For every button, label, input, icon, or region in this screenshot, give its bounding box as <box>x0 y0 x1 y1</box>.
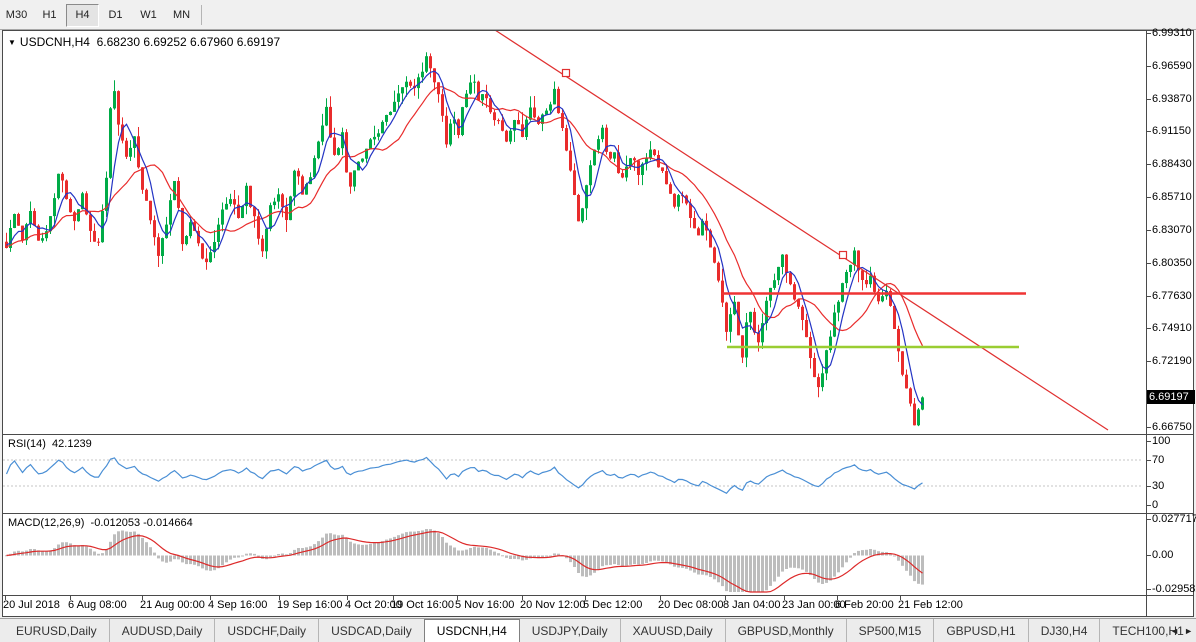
rsi-axis-label: 30 <box>1152 480 1164 492</box>
chart-title: ▼ USDCNH,H4 6.68230 6.69252 6.67960 6.691… <box>8 35 280 49</box>
chart-area: ▼ USDCNH,H4 6.68230 6.69252 6.67960 6.691… <box>2 30 1194 617</box>
time-axis-tick <box>457 596 458 600</box>
current-price-tag: 6.69197 <box>1147 390 1195 404</box>
time-axis-tick <box>522 596 523 600</box>
time-axis-label: 20 Dec 08:00 <box>658 599 723 611</box>
pane-separator[interactable] <box>3 513 1193 514</box>
tab-eurusd-daily[interactable]: EURUSD,Daily <box>4 619 109 642</box>
tab-usdchf-daily[interactable]: USDCHF,Daily <box>214 619 318 642</box>
time-axis-tick <box>784 596 785 600</box>
price-axis-label: 6.88430 <box>1152 158 1192 170</box>
price-axis-label: 6.83070 <box>1152 224 1192 236</box>
time-axis-label: 6 Aug 08:00 <box>68 599 127 611</box>
time-axis-label: 6 Feb 20:00 <box>835 599 894 611</box>
axis-divider <box>1146 31 1147 616</box>
time-axis-tick <box>210 596 211 600</box>
tab-dj30-h4[interactable]: DJ30,H4 <box>1028 619 1100 642</box>
symbol-timeframe-label: USDCNH,H4 <box>20 35 90 49</box>
time-axis-tick <box>660 596 661 600</box>
tab-usdjpy-daily[interactable]: USDJPY,Daily <box>520 619 620 642</box>
price-axis-label: 6.96590 <box>1152 60 1192 72</box>
tab-usdcad-daily[interactable]: USDCAD,Daily <box>318 619 424 642</box>
time-axis-label: 20 Jul 2018 <box>3 599 60 611</box>
tab-gbpusd-monthly[interactable]: GBPUSD,Monthly <box>725 619 846 642</box>
mt4-window: M30H1H4D1W1MN ▼ USDCNH,H4 6.68230 6.69252… <box>0 0 1196 642</box>
time-axis-label: 19 Oct 16:00 <box>391 599 454 611</box>
tab-scroll-arrows: ◄► <box>1170 619 1193 642</box>
time-axis-tick <box>585 596 586 600</box>
time-axis-label: 5 Dec 12:00 <box>583 599 642 611</box>
tab-scroll-left-icon[interactable]: ◄ <box>1170 626 1179 636</box>
macd-axis-label: 0.027717 <box>1152 513 1196 525</box>
time-axis-tick <box>900 596 901 600</box>
timeframe-button-d1[interactable]: D1 <box>99 4 132 27</box>
rsi-indicator-pane[interactable] <box>3 435 1146 513</box>
price-axis-label: 6.74910 <box>1152 322 1192 334</box>
time-axis-label: 5 Nov 16:00 <box>455 599 514 611</box>
time-axis-tick <box>5 596 6 600</box>
time-axis-tick <box>393 596 394 600</box>
symbol-tabbar: EURUSD,DailyAUDUSD,DailyUSDCHF,DailyUSDC… <box>0 618 1196 642</box>
time-axis-tick <box>837 596 838 600</box>
rsi-axis-label: 0 <box>1152 499 1158 511</box>
time-axis-label: 4 Sep 16:00 <box>208 599 267 611</box>
time-axis-tick <box>347 596 348 600</box>
time-axis-label: 8 Jan 04:00 <box>723 599 781 611</box>
price-axis-label: 6.99310 <box>1152 27 1192 39</box>
timeframe-toolbar: M30H1H4D1W1MN <box>0 0 1196 30</box>
time-axis-tick <box>279 596 280 600</box>
price-axis-label: 6.85710 <box>1152 191 1192 203</box>
macd-values: -0.012053 -0.014664 <box>91 517 193 529</box>
price-axis-label: 6.72190 <box>1152 355 1192 367</box>
tab-xauusd-daily[interactable]: XAUUSD,Daily <box>620 619 725 642</box>
tab-gbpusd-h1[interactable]: GBPUSD,H1 <box>933 619 1027 642</box>
timeframe-button-w1[interactable]: W1 <box>132 4 165 27</box>
time-axis-tick <box>142 596 143 600</box>
price-axis-label: 6.80350 <box>1152 257 1192 269</box>
timeframe-button-m30[interactable]: M30 <box>0 4 33 27</box>
price-axis-label: 6.93870 <box>1152 93 1192 105</box>
rsi-value: 42.1239 <box>52 438 92 450</box>
rsi-label: RSI(14) 42.1239 <box>8 438 92 450</box>
timeframe-button-h1[interactable]: H1 <box>33 4 66 27</box>
time-axis-label: 21 Feb 12:00 <box>898 599 963 611</box>
price-axis-label: 6.91150 <box>1152 125 1191 137</box>
pane-separator <box>3 595 1193 596</box>
macd-axis-label: 0.00 <box>1152 549 1173 561</box>
time-axis-label: 19 Sep 16:00 <box>277 599 342 611</box>
macd-label: MACD(12,26,9) -0.012053 -0.014664 <box>8 517 193 529</box>
rsi-name: RSI(14) <box>8 438 46 450</box>
chart-dropdown-icon[interactable]: ▼ <box>8 38 16 47</box>
time-axis-tick <box>725 596 726 600</box>
toolbar-separator <box>201 5 202 25</box>
time-axis-label: 21 Aug 00:00 <box>140 599 205 611</box>
price-axis-label: 6.66750 <box>1152 421 1192 433</box>
tab-usdcnh-h4[interactable]: USDCNH,H4 <box>424 619 520 642</box>
tab-sp500-m15[interactable]: SP500,M15 <box>846 619 934 642</box>
macd-axis-label: -0.029582 <box>1152 583 1196 595</box>
time-axis-tick <box>70 596 71 600</box>
time-axis-label: 20 Nov 12:00 <box>520 599 585 611</box>
timeframe-button-mn[interactable]: MN <box>165 4 198 27</box>
timeframe-button-h4[interactable]: H4 <box>66 4 99 27</box>
pane-separator[interactable] <box>3 434 1193 435</box>
macd-name: MACD(12,26,9) <box>8 517 84 529</box>
candlestick-chart[interactable] <box>3 31 1146 434</box>
rsi-axis-label: 100 <box>1152 435 1170 447</box>
ohlc-values: 6.68230 6.69252 6.67960 6.69197 <box>97 35 281 49</box>
tab-scroll-right-icon[interactable]: ► <box>1184 626 1193 636</box>
rsi-axis-label: 70 <box>1152 454 1164 466</box>
price-axis-label: 6.77630 <box>1152 290 1192 302</box>
tab-audusd-daily[interactable]: AUDUSD,Daily <box>109 619 215 642</box>
